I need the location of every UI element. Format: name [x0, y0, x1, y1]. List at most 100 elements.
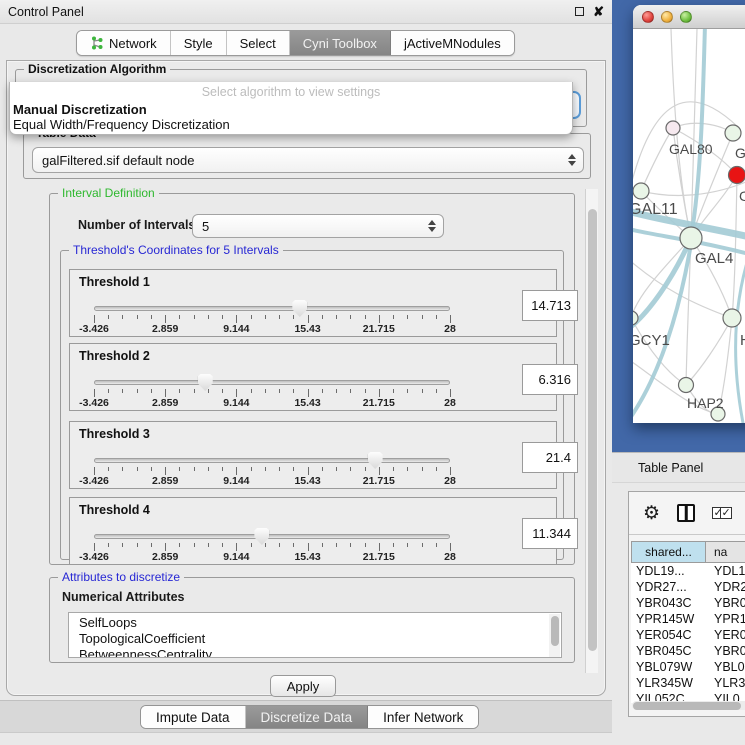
- threshold-1-box: Threshold 1-3.4262.8599.14415.4321.71528…: [69, 269, 557, 337]
- table-cell: YLR3: [706, 676, 745, 690]
- node-label-H: H: [740, 332, 745, 349]
- threshold-1-value-field[interactable]: 14.713: [522, 290, 578, 321]
- column-header-1[interactable]: shared...: [631, 541, 706, 563]
- group-title: Threshold's Coordinates for 5 Intervals: [69, 243, 283, 257]
- close-traffic-icon[interactable]: [642, 11, 654, 23]
- table-data-combobox[interactable]: galFiltered.sif default node: [32, 147, 584, 173]
- dropdown-option-manual-discretization[interactable]: Manual Discretization: [13, 102, 147, 117]
- network-desktop: GAL80GACGAL11GAL4GCY1HHAP2: [612, 0, 745, 453]
- table-row[interactable]: YER054CYER0: [631, 627, 745, 643]
- table-cell: YDL19...: [631, 564, 706, 578]
- control-panel: Control Panel ✘ NetworkStyle Select Cyni T…: [0, 0, 612, 745]
- close-icon[interactable]: ✘: [593, 7, 604, 16]
- table-data-value: galFiltered.sif default node: [42, 153, 194, 168]
- network-node-GAL80[interactable]: [666, 121, 680, 135]
- column-header-2[interactable]: na: [706, 541, 745, 563]
- bottom-tab-infer-network[interactable]: Infer Network: [368, 706, 478, 728]
- number-of-intervals-combobox[interactable]: 5: [192, 214, 444, 238]
- number-of-intervals-label: Number of Intervals: [78, 218, 195, 232]
- table-cell: YPR1: [706, 612, 745, 626]
- threshold-3-value-field[interactable]: 21.4: [522, 442, 578, 473]
- scale-label: 21.715: [363, 397, 395, 409]
- thresholds-group: Threshold's Coordinates for 5 Intervals …: [60, 250, 564, 560]
- attributes-group: Attributes to discretize Numerical Attri…: [49, 577, 575, 663]
- table-cell: YLR345W: [631, 676, 706, 690]
- scale-label: 9.144: [223, 475, 249, 487]
- threshold-label: Threshold 3: [79, 427, 150, 441]
- scale-label: -3.426: [79, 475, 109, 487]
- scale-label: 2.859: [152, 397, 178, 409]
- threshold-4-slider[interactable]: [94, 534, 450, 539]
- tab-jactivemnodules[interactable]: jActiveMNodules: [391, 31, 514, 55]
- attributes-scrollbar[interactable]: [549, 614, 560, 658]
- threshold-2-slider[interactable]: [94, 380, 450, 385]
- zoom-traffic-icon[interactable]: [680, 11, 692, 23]
- network-node-GA[interactable]: [725, 125, 741, 141]
- table-horizontal-scrollbar[interactable]: [632, 701, 745, 710]
- tab-label: jActiveMNodules: [404, 36, 501, 51]
- table-panel-titlebar: Table Panel: [612, 452, 745, 483]
- table-row[interactable]: YDL19...YDL1: [631, 563, 745, 579]
- bottom-tab-discretize-data[interactable]: Discretize Data: [246, 706, 369, 728]
- tab-label: Select: [240, 36, 276, 51]
- tab-select[interactable]: Select: [227, 31, 290, 55]
- attribute-item[interactable]: SelfLoops: [79, 615, 561, 631]
- minimize-traffic-icon[interactable]: [661, 11, 673, 23]
- table-panel: ⚙ shared...na YDL19...YDL1YDR27...YDR2YB…: [612, 483, 745, 745]
- network-node-H[interactable]: [723, 309, 741, 327]
- threshold-label: Threshold 1: [79, 275, 150, 289]
- tab-cyni-toolbox[interactable]: Cyni Toolbox: [290, 31, 391, 55]
- network-node-HAP2[interactable]: [679, 378, 694, 393]
- threshold-label: Threshold 4: [79, 503, 150, 517]
- columns-icon[interactable]: [677, 504, 695, 522]
- bottom-tab-strip: Impute DataDiscretize DataInfer Network: [0, 700, 612, 733]
- scale-label: 2.859: [152, 551, 178, 563]
- table-row[interactable]: YPR145WYPR1: [631, 611, 745, 627]
- network-node-C[interactable]: [729, 167, 745, 184]
- apply-button[interactable]: Apply: [270, 675, 336, 697]
- node-table[interactable]: shared...na YDL19...YDL1YDR27...YDR2YBR0…: [631, 541, 745, 703]
- attribute-item[interactable]: TopologicalCoefficient: [79, 631, 561, 647]
- node-label-GAL11: GAL11: [633, 201, 678, 218]
- table-row[interactable]: YBR043CYBR0: [631, 595, 745, 611]
- bottom-tab-impute-data[interactable]: Impute Data: [141, 706, 246, 728]
- network-canvas[interactable]: GAL80GACGAL11GAL4GCY1HHAP2: [633, 29, 745, 423]
- network-icon: [90, 36, 104, 50]
- tab-style[interactable]: Style: [171, 31, 227, 55]
- table-row[interactable]: YBL079WYBL0: [631, 659, 745, 675]
- table-cell: YBR0: [706, 644, 745, 658]
- gear-icon[interactable]: ⚙: [643, 504, 660, 523]
- network-view-window[interactable]: GAL80GACGAL11GAL4GCY1HHAP2: [633, 5, 745, 423]
- scale-label: 15.43: [294, 551, 320, 563]
- node-label-GAL80: GAL80: [669, 141, 713, 157]
- checkbox-icon[interactable]: [720, 507, 732, 519]
- threshold-4-value-field[interactable]: 11.344: [522, 518, 578, 549]
- network-node-GAL4[interactable]: [680, 227, 702, 249]
- threshold-2-value-field[interactable]: 6.316: [522, 364, 578, 395]
- panel-scrollbar[interactable]: [585, 189, 598, 673]
- table-cell: YBL0: [706, 660, 745, 674]
- table-row[interactable]: YDR27...YDR2: [631, 579, 745, 595]
- table-cell: YBR043C: [631, 596, 706, 610]
- numerical-attributes-list[interactable]: SelfLoopsTopologicalCoefficientBetweenne…: [68, 612, 562, 658]
- table-row[interactable]: YLR345WYLR3: [631, 675, 745, 691]
- network-graph: GAL80GACGAL11GAL4GCY1HHAP2: [633, 29, 745, 423]
- threshold-1-slider[interactable]: [94, 306, 450, 311]
- network-node-GAL11[interactable]: [633, 183, 649, 199]
- table-cell: YDR2: [706, 580, 745, 594]
- scale-label: 9.144: [223, 551, 249, 563]
- dropdown-option-equal-width-frequency[interactable]: Equal Width/Frequency Discretization: [13, 117, 230, 132]
- scale-label: 9.144: [223, 323, 249, 335]
- dropdown-placeholder: Select algorithm to view settings: [10, 85, 572, 99]
- slider-scale-labels: -3.4262.8599.14415.4321.71528: [94, 551, 450, 563]
- scale-label: -3.426: [79, 551, 109, 563]
- scale-label: 9.144: [223, 397, 249, 409]
- algorithm-dropdown-popup: Select algorithm to view settings Manual…: [9, 82, 573, 135]
- threshold-3-slider[interactable]: [94, 458, 450, 463]
- attribute-item[interactable]: BetweennessCentrality: [79, 647, 561, 658]
- table-frame: ⚙ shared...na YDL19...YDL1YDR27...YDR2YB…: [628, 491, 745, 717]
- tab-network[interactable]: Network: [77, 31, 171, 55]
- control-panel-titlebar: Control Panel ✘: [0, 0, 612, 24]
- table-row[interactable]: YBR045CYBR0: [631, 643, 745, 659]
- float-window-icon[interactable]: [575, 7, 584, 16]
